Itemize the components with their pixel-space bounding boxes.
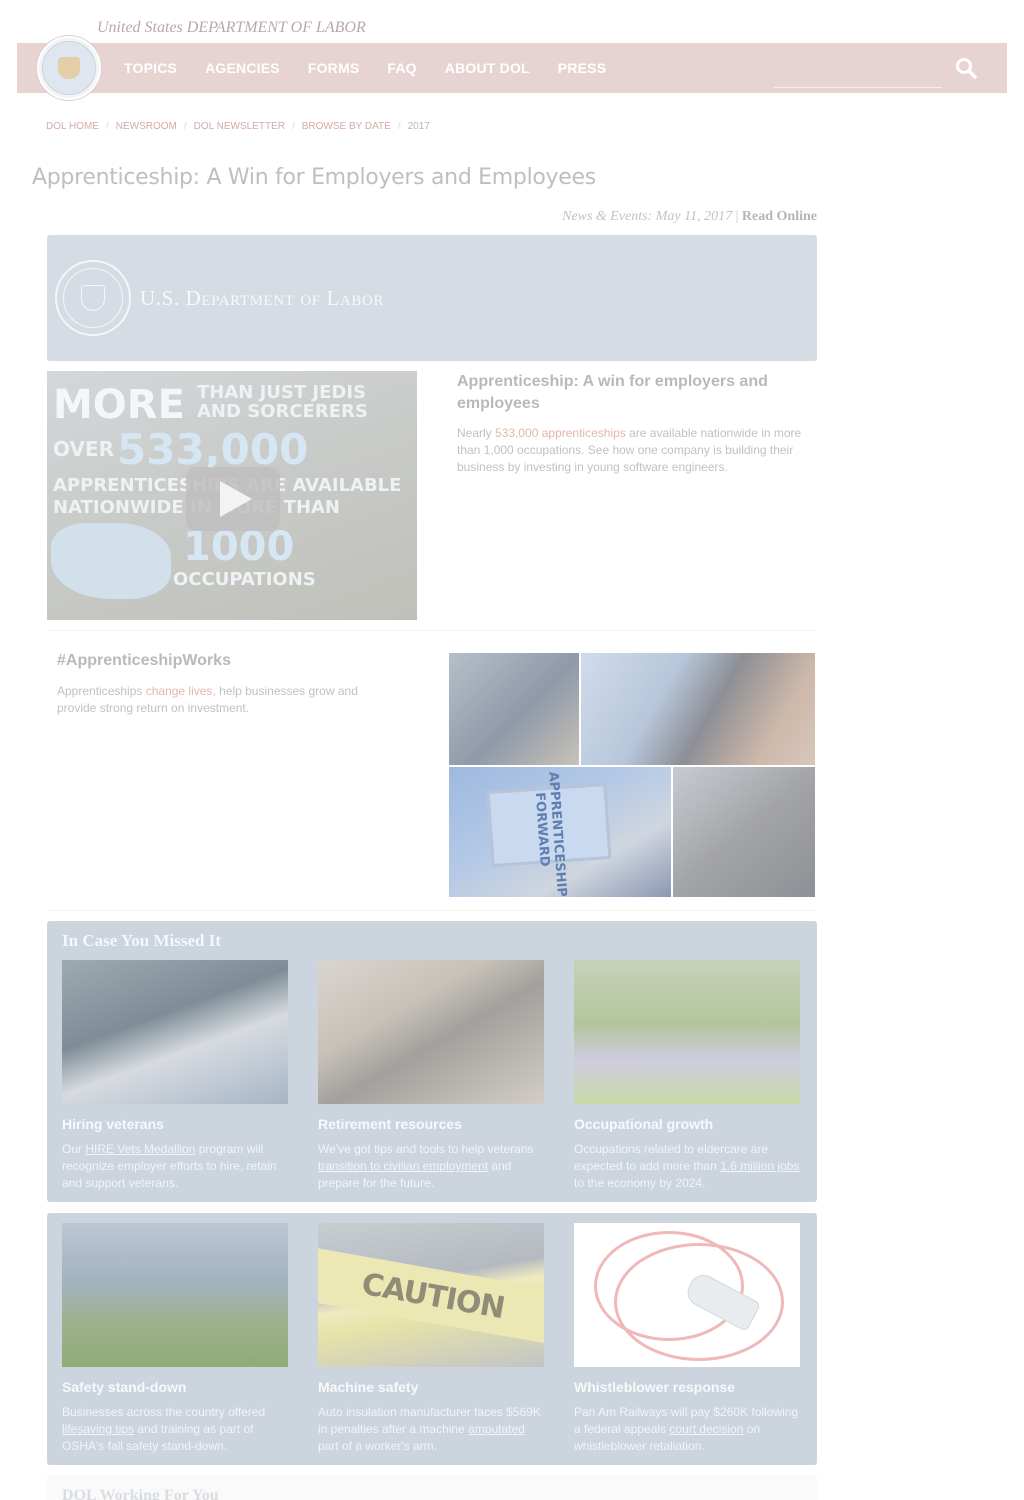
feature-title: Apprenticeship: A win for employers and …: [457, 373, 768, 412]
breadcrumb-dol-newsletter[interactable]: DOL NEWSLETTER: [194, 121, 285, 132]
video-text-sorcerers: AND SORCERERS: [197, 401, 368, 422]
newsletter-banner: U.S. Department of Labor: [47, 235, 817, 361]
play-button[interactable]: [186, 467, 280, 531]
read-online-link[interactable]: Read Online: [742, 209, 817, 224]
breadcrumb-newsroom[interactable]: NEWSROOM: [116, 121, 177, 132]
search-input[interactable]: [774, 87, 942, 88]
breadcrumb-dol-home[interactable]: DOL HOME: [46, 121, 99, 132]
caution-tape-graphic: CAUTION: [318, 1247, 544, 1345]
seal-inner-ring: [42, 41, 96, 95]
whistleblower-image[interactable]: [574, 1223, 800, 1367]
collage-photo-interview: [673, 767, 815, 897]
sign-text: APPRENTICESHIP FORWARD: [531, 771, 570, 897]
icym-heading: In Case You Missed It: [62, 931, 222, 950]
collage-photo-speaker: APPRENTICESHIP FORWARD: [449, 767, 671, 897]
search-icon[interactable]: [954, 56, 978, 80]
hire-vets-medallion-link[interactable]: HIRE Vets Medallion: [85, 1142, 195, 1156]
breadcrumb-separator: /: [105, 121, 109, 132]
nav-topics[interactable]: TOPICS: [124, 60, 177, 76]
nav-press[interactable]: PRESS: [558, 60, 606, 76]
card-title-hiring-veterans[interactable]: Hiring veterans: [62, 1116, 288, 1132]
card-text-part: We've got tips and tools to help veteran…: [318, 1142, 534, 1156]
nav-faq[interactable]: FAQ: [387, 60, 416, 76]
card-text-hiring-veterans: Our HIRE Vets Medallion program will rec…: [62, 1141, 288, 1192]
hashtag-description: Apprenticeships change lives, help busin…: [57, 683, 397, 717]
card-text-part: to the economy by 2024.: [574, 1176, 706, 1190]
court-decision-link[interactable]: court decision: [669, 1422, 743, 1436]
section-divider: [47, 910, 817, 911]
card-text-machine-safety: Auto insulation manufacturer faces $569K…: [318, 1404, 544, 1455]
card-text-part: Businesses across the country offered: [62, 1405, 266, 1419]
card-title-whistleblower-response[interactable]: Whistleblower response: [574, 1379, 800, 1395]
card-text-part: Our: [62, 1142, 86, 1156]
nav-forms[interactable]: FORMS: [308, 60, 360, 76]
breadcrumb-separator: /: [183, 121, 187, 132]
card-title-retirement-resources[interactable]: Retirement resources: [318, 1116, 544, 1132]
video-text-occupations: OCCUPATIONS: [173, 569, 316, 590]
dateline: News & Events: May 11, 2017 | Read Onlin…: [562, 209, 817, 225]
banner-title: U.S. Department of Labor: [140, 286, 385, 310]
video-text-over: OVER: [53, 437, 115, 461]
video-text-count: 533,000: [117, 425, 309, 474]
card-text-safety-stand-down: Businesses across the country offered li…: [62, 1404, 288, 1455]
breadcrumb-separator: /: [397, 121, 401, 132]
section-divider: [47, 630, 817, 631]
card-text-occupational-growth: Occupations related to eldercare are exp…: [574, 1141, 800, 1192]
page-title: Apprenticeship: A Win for Employers and …: [32, 165, 596, 190]
hashtag-text-start: Apprenticeships: [57, 684, 146, 698]
card-text-part: part of a worker's arm.: [318, 1439, 437, 1453]
card-title-safety-stand-down[interactable]: Safety stand-down: [62, 1379, 288, 1395]
banner-seal-ring: [63, 268, 123, 328]
card-text-retirement-resources: We've got tips and tools to help veteran…: [318, 1141, 544, 1192]
change-lives-link[interactable]: change lives: [146, 684, 213, 698]
video-thumbnail[interactable]: MORE THAN JUST JEDIS AND SORCERERS OVER …: [47, 371, 417, 620]
banner-shield-icon: [81, 285, 105, 311]
breadcrumb-browse-by-date[interactable]: BROWSE BY DATE: [302, 121, 391, 132]
collage-photo-group: [581, 653, 815, 765]
play-icon: [220, 481, 252, 517]
transition-civilian-employment-link[interactable]: transition to civilian employment: [318, 1159, 488, 1173]
card-text-whistleblower-response: Pan Am Railways will pay $260K following…: [574, 1404, 800, 1455]
lifesaving-tips-link[interactable]: lifesaving tips: [62, 1422, 134, 1436]
video-text-more: MORE: [53, 382, 185, 428]
collage-photo-handshake: [449, 653, 579, 765]
retirement-resources-image[interactable]: [318, 960, 544, 1104]
breadcrumb: DOL HOME / NEWSROOM / DOL NEWSLETTER / B…: [46, 121, 430, 132]
video-text-jedis: THAN JUST JEDIS: [197, 382, 367, 403]
feature-description: Nearly 533,000 apprenticeships are avail…: [457, 425, 813, 476]
feature-text-start: Nearly: [457, 426, 496, 440]
hashtag-title: #ApprenticeshipWorks: [57, 652, 231, 669]
hiring-veterans-image[interactable]: [62, 960, 288, 1104]
video-text-1000: 1000: [183, 524, 295, 570]
card-title-machine-safety[interactable]: Machine safety: [318, 1379, 544, 1395]
million-jobs-link[interactable]: 1.6 million jobs: [720, 1159, 799, 1173]
amputated-link[interactable]: amputated: [468, 1422, 525, 1436]
us-map-graphic: [51, 523, 171, 599]
nav-about-dol[interactable]: ABOUT DOL: [445, 60, 530, 76]
occupational-growth-image[interactable]: [574, 960, 800, 1104]
banner-seal-icon: [55, 260, 131, 336]
card-title-occupational-growth[interactable]: Occupational growth: [574, 1116, 800, 1132]
machine-safety-image[interactable]: CAUTION: [318, 1223, 544, 1367]
breadcrumb-current: 2017: [407, 121, 430, 132]
agency-name: United States DEPARTMENT OF LABOR: [97, 19, 366, 36]
news-date: News & Events: May 11, 2017: [562, 209, 733, 224]
safety-stand-down-image[interactable]: [62, 1223, 288, 1367]
breadcrumb-separator: /: [291, 121, 295, 132]
nav-agencies[interactable]: AGENCIES: [205, 60, 280, 76]
dol-working-for-you-heading: DOL Working For You: [62, 1487, 219, 1500]
photo-collage: APPRENTICESHIP FORWARD: [449, 653, 815, 897]
dol-seal-logo[interactable]: [37, 36, 101, 100]
nav-menu: TOPICS AGENCIES FORMS FAQ ABOUT DOL PRES…: [124, 43, 634, 93]
dateline-separator: |: [735, 209, 739, 224]
apprenticeships-link[interactable]: 533,000 apprenticeships: [495, 426, 626, 440]
eagle-icon: [58, 57, 80, 79]
apprenticeship-forward-sign: APPRENTICESHIP FORWARD: [486, 771, 612, 897]
